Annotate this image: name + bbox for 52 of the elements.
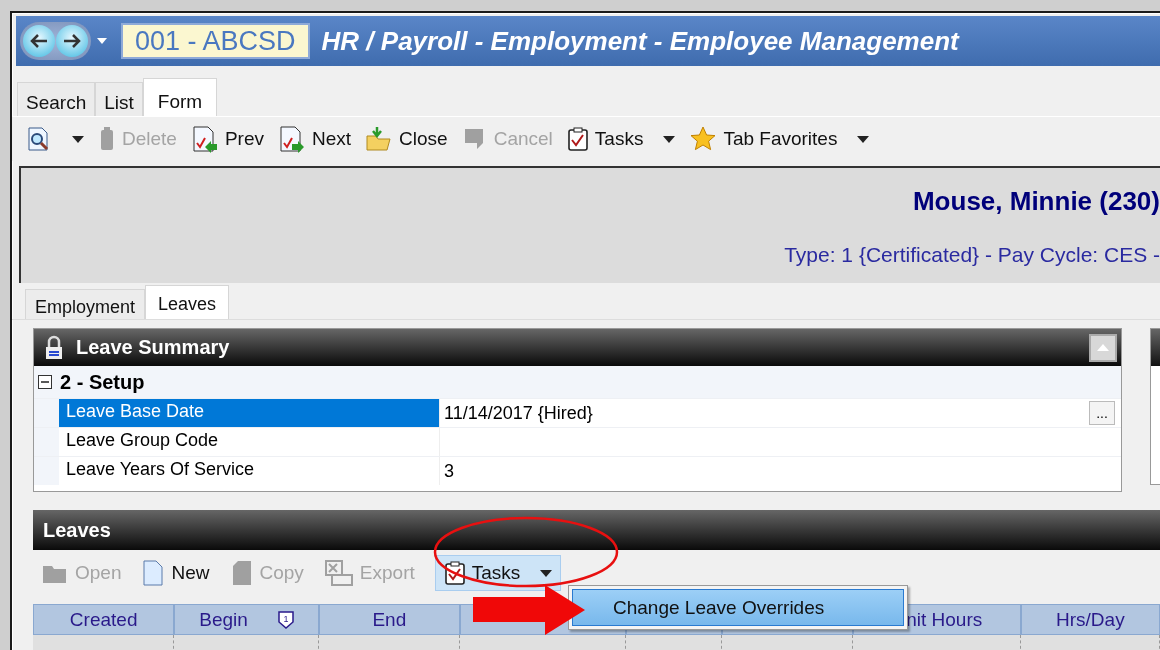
tab[interactable]: List bbox=[95, 82, 143, 116]
caret-icon bbox=[72, 135, 84, 143]
back-arrow-icon bbox=[30, 34, 48, 48]
caret-icon bbox=[540, 569, 553, 577]
caret-icon bbox=[97, 38, 107, 44]
property-value: 3 bbox=[444, 460, 455, 482]
toolbar-button[interactable]: Tasks bbox=[566, 126, 676, 152]
spreadsheet-icon bbox=[323, 559, 354, 587]
menu-item[interactable]: Change Leave Overrides bbox=[572, 589, 904, 626]
employee-name: Mouse, Minnie (230) bbox=[912, 186, 1160, 217]
column-header[interactable]: Begin 1 bbox=[174, 604, 319, 635]
toolbar-button[interactable]: Tab Favorites bbox=[689, 125, 870, 153]
lock-icon bbox=[44, 334, 64, 361]
column-header[interactable]: End bbox=[318, 604, 460, 635]
group-label: 2 - Setup bbox=[60, 370, 145, 394]
property-label[interactable]: Leave Group Code bbox=[59, 428, 440, 456]
collapse-button[interactable] bbox=[1089, 333, 1117, 362]
toolbar-button[interactable]: Prev bbox=[190, 125, 264, 153]
folder-icon bbox=[365, 126, 394, 152]
caret-icon bbox=[857, 135, 870, 143]
tab[interactable]: Leaves bbox=[145, 285, 230, 319]
panel-title: Leaves bbox=[43, 518, 111, 542]
document-check-icon bbox=[190, 125, 219, 153]
property-label[interactable]: Leave Base Date bbox=[59, 399, 440, 427]
property-value: 11/14/2017 {Hired} bbox=[444, 402, 594, 424]
toolbar-button[interactable]: New bbox=[141, 555, 210, 591]
back-button[interactable] bbox=[23, 25, 55, 57]
sort-badge-icon: 1 bbox=[277, 610, 294, 629]
column-header[interactable]: Hrs/Day bbox=[1020, 604, 1160, 635]
property-label[interactable]: Leave Years Of Service bbox=[59, 457, 440, 485]
tab[interactable]: Employment bbox=[25, 289, 146, 319]
forward-arrow-icon bbox=[63, 34, 81, 48]
document-check-icon bbox=[278, 125, 306, 153]
toolbar-button[interactable]: Tasks bbox=[434, 555, 562, 591]
caret-icon bbox=[663, 135, 676, 143]
document-icon bbox=[141, 559, 166, 587]
forward-button[interactable] bbox=[56, 25, 88, 57]
toolbar-button[interactable]: Close bbox=[365, 126, 448, 152]
tab[interactable]: Search bbox=[17, 82, 96, 116]
toolbar-button[interactable]: Next bbox=[278, 125, 352, 153]
collapse-icon[interactable] bbox=[38, 375, 52, 389]
panel-title: Leave Summary bbox=[76, 336, 230, 359]
company-field[interactable]: 001 - ABCSD bbox=[121, 23, 310, 59]
column-header[interactable]: Created bbox=[33, 604, 175, 635]
star-icon bbox=[689, 125, 718, 153]
clipboard-check-icon bbox=[566, 126, 589, 152]
tab[interactable]: Form bbox=[142, 78, 218, 116]
window-title: HR / Payroll - Employment - Employee Management bbox=[321, 25, 959, 57]
caret-up-icon bbox=[1097, 344, 1109, 351]
employee-details: Type: 1 {Certificated} - Pay Cycle: CES - bbox=[784, 243, 1160, 267]
search-dropdown-button[interactable] bbox=[26, 126, 84, 152]
browse-button[interactable]: ... bbox=[1089, 401, 1115, 425]
